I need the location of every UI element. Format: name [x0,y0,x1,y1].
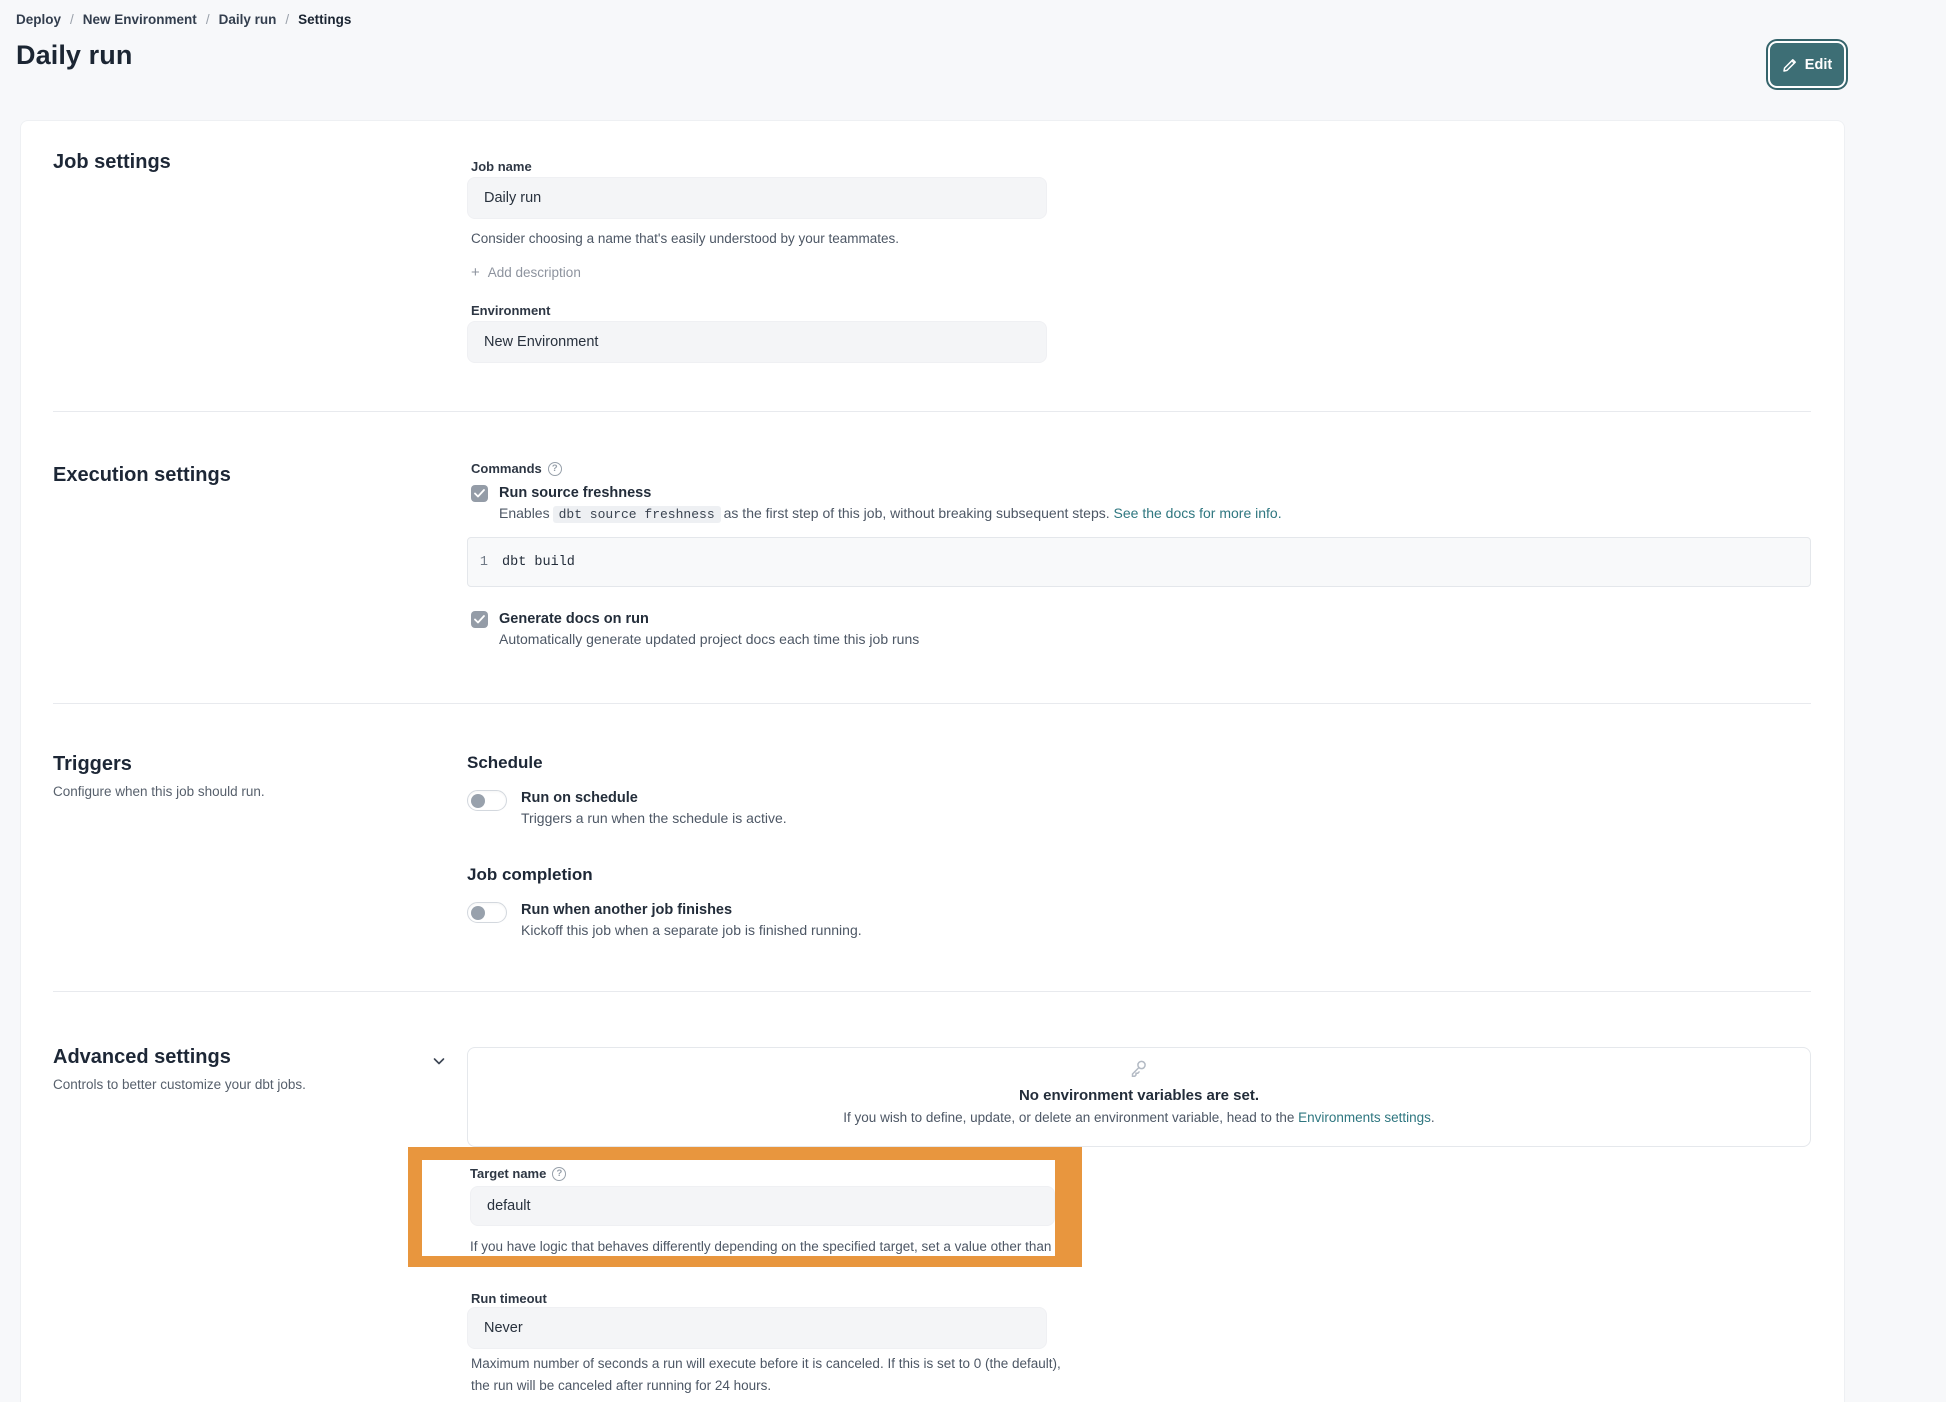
commands-code-editor[interactable]: 1 dbt build [467,537,1811,587]
env-vars-desc: If you wish to define, update, or delete… [843,1110,1434,1125]
line-number: 1 [468,555,502,570]
execution-settings-heading: Execution settings [53,464,231,487]
check-icon [474,489,485,498]
command-text: dbt build [502,555,575,570]
breadcrumb-settings-current: Settings [298,12,351,27]
job-name-label: Job name [471,159,532,174]
commands-label: Commands ? [471,461,562,476]
add-description-button[interactable]: + Add description [471,265,581,280]
run-on-schedule-desc: Triggers a run when the schedule is acti… [521,810,787,826]
toggle-knob [471,794,485,808]
run-when-job-finishes-label: Run when another job finishes [521,902,862,918]
help-icon[interactable]: ? [552,1167,566,1181]
run-when-job-finishes-desc: Kickoff this job when a separate job is … [521,922,862,938]
run-source-freshness-checkbox[interactable] [471,485,488,502]
run-when-job-finishes-option: Run when another job finishes Kickoff th… [467,902,862,938]
inline-code-chip: dbt source freshness [553,506,721,523]
run-timeout-helper: Maximum number of seconds a run will exe… [471,1353,1061,1397]
highlight-inner-window: Target name ? default If you have logic … [422,1160,1055,1256]
job-name-input[interactable]: Daily run [467,177,1047,219]
environments-settings-link[interactable]: Environments settings [1298,1110,1431,1125]
schedule-heading: Schedule [467,753,543,773]
run-timeout-input[interactable]: Never [467,1307,1047,1349]
docs-link[interactable]: See the docs for more info. [1114,505,1282,521]
breadcrumb-separator: / [70,12,74,27]
help-icon[interactable]: ? [548,462,562,476]
edit-button[interactable]: Edit [1770,43,1844,86]
target-name-helper: If you have logic that behaves different… [470,1236,1055,1256]
toggle-knob [471,906,485,920]
triggers-heading: Triggers [53,753,132,776]
run-source-freshness-option: Run source freshness Enablesdbt source f… [471,485,1282,522]
generate-docs-label: Generate docs on run [499,611,919,627]
job-name-helper: Consider choosing a name that's easily u… [471,231,899,246]
environment-input[interactable]: New Environment [467,321,1047,363]
environment-label: Environment [471,303,550,318]
section-divider [53,991,1811,992]
advanced-settings-subtitle: Controls to better customize your dbt jo… [53,1077,306,1092]
check-icon [474,615,485,624]
target-name-input[interactable]: default [470,1186,1055,1226]
generate-docs-checkbox[interactable] [471,611,488,628]
pencil-icon [1782,57,1798,73]
run-on-schedule-label: Run on schedule [521,790,787,806]
run-timeout-label: Run timeout [471,1291,547,1306]
section-divider [53,411,1811,412]
run-source-freshness-label: Run source freshness [499,485,1282,501]
highlight-annotation: Target name ? default If you have logic … [408,1147,1082,1267]
page-title: Daily run [16,40,132,71]
breadcrumb-separator: / [206,12,210,27]
chevron-down-icon [431,1053,447,1069]
job-settings-heading: Job settings [53,151,171,174]
environment-variables-empty-state: No environment variables are set. If you… [467,1047,1811,1147]
breadcrumb-job[interactable]: Daily run [219,12,277,27]
generate-docs-option: Generate docs on run Automatically gener… [471,611,919,647]
run-on-schedule-toggle[interactable] [467,790,507,811]
target-name-label: Target name ? [470,1166,1055,1181]
breadcrumb-deploy[interactable]: Deploy [16,12,61,27]
key-icon [1128,1058,1150,1085]
breadcrumb-separator: / [285,12,289,27]
run-when-job-finishes-toggle[interactable] [467,902,507,923]
breadcrumb-environment[interactable]: New Environment [83,12,197,27]
env-vars-title: No environment variables are set. [1019,1087,1259,1104]
collapse-section-button[interactable] [427,1049,451,1073]
generate-docs-desc: Automatically generate updated project d… [499,631,919,647]
advanced-settings-heading: Advanced settings [53,1046,231,1069]
section-divider [53,703,1811,704]
run-source-freshness-desc: Enablesdbt source freshnessas the first … [499,505,1282,522]
job-completion-heading: Job completion [467,865,593,885]
plus-icon: + [471,265,480,280]
breadcrumb: Deploy / New Environment / Daily run / S… [16,12,351,27]
triggers-subtitle: Configure when this job should run. [53,784,265,799]
run-on-schedule-option: Run on schedule Triggers a run when the … [467,790,787,826]
